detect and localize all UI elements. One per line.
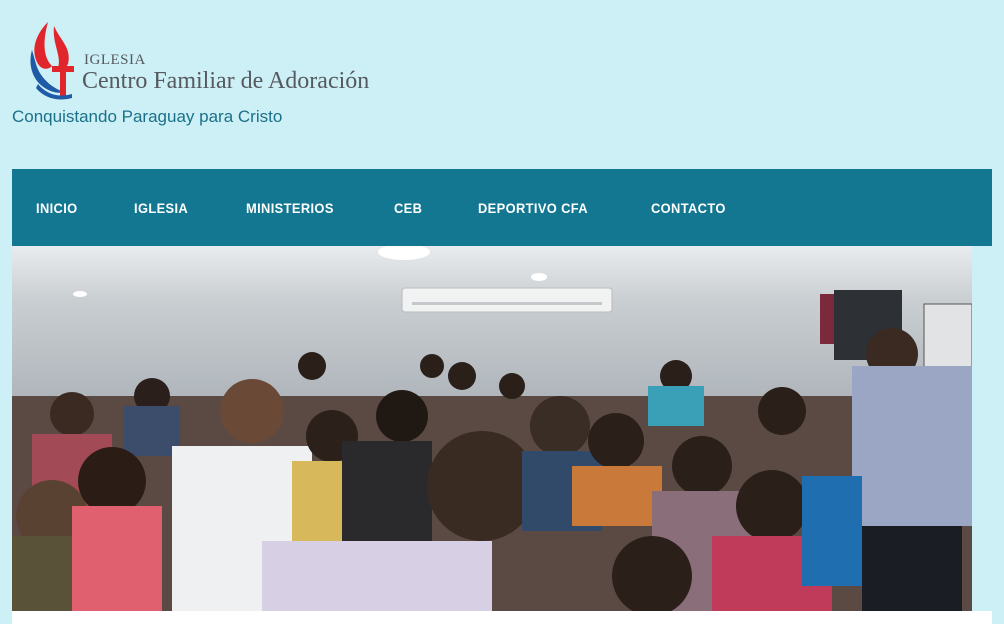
content-area <box>12 611 992 624</box>
site-tagline: Conquistando Paraguay para Cristo <box>12 107 283 126</box>
main-navigation: INICIO IGLESIA MINISTERIOS CEB DEPORTIVO… <box>12 169 992 246</box>
nav-item-deportivo-cfa[interactable]: DEPORTIVO CFA <box>478 200 588 216</box>
nav-item-contacto[interactable]: CONTACTO <box>651 200 726 216</box>
worship-crowd-photo <box>12 246 972 611</box>
flame-cross-icon <box>30 22 74 100</box>
nav-item-ceb[interactable]: CEB <box>394 200 422 216</box>
hero-image <box>12 246 972 611</box>
logo-title: Centro Familiar de Adoración <box>82 68 370 94</box>
nav-item-iglesia[interactable]: IGLESIA <box>134 200 188 216</box>
nav-item-inicio[interactable]: INICIO <box>36 200 78 216</box>
nav-item-ministerios[interactable]: MINISTERIOS <box>246 200 334 216</box>
logo-small-text: IGLESIA <box>84 52 146 68</box>
site-logo[interactable]: IGLESIA Centro Familiar de Adoración <box>28 18 408 102</box>
